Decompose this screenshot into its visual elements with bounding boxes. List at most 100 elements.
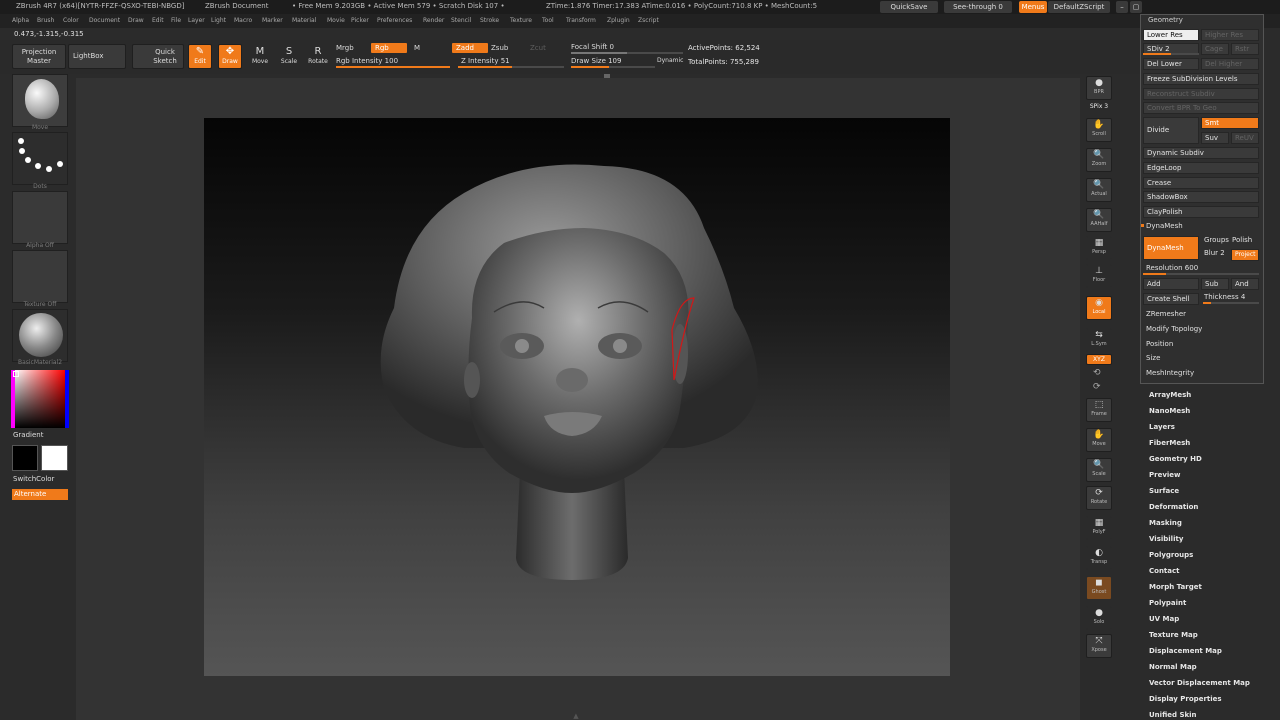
xyz-rotation-button[interactable]: XYZ	[1086, 354, 1112, 365]
menu-alpha[interactable]: Alpha	[12, 17, 29, 24]
alpha-thumbnail[interactable]	[12, 191, 68, 244]
thickness-slider[interactable]: Thickness 4	[1204, 293, 1245, 301]
subpalette-layers[interactable]: Layers	[1149, 423, 1175, 431]
projection-master-button[interactable]: Projection Master	[12, 44, 66, 69]
reuv-toggle[interactable]: ReUV	[1231, 132, 1259, 144]
menu-color[interactable]: Color	[63, 17, 79, 24]
menu-document[interactable]: Document	[89, 17, 120, 24]
menu-texture[interactable]: Texture	[510, 17, 532, 24]
switchcolor-button[interactable]: SwitchColor	[13, 475, 54, 483]
focal-shift-track[interactable]	[571, 52, 683, 54]
rgb-intensity-slider[interactable]: Rgb Intensity 100	[336, 57, 398, 65]
rgb-toggle[interactable]: Rgb	[371, 43, 407, 53]
cage-button[interactable]: Cage	[1201, 43, 1229, 55]
actual-button[interactable]: 🔍 Actual	[1086, 178, 1112, 202]
menu-render[interactable]: Render	[423, 17, 444, 24]
quick-sketch-button[interactable]: Quick Sketch	[132, 44, 184, 69]
sdiv-track[interactable]	[1143, 53, 1199, 55]
menu-stencil[interactable]: Stencil	[451, 17, 471, 24]
resolution-slider[interactable]: Resolution 600	[1146, 264, 1198, 272]
z-intensity-slider[interactable]: Z Intensity 51	[461, 57, 510, 65]
color-picker-cursor[interactable]	[13, 371, 19, 377]
subpalette-morph-target[interactable]: Morph Target	[1149, 583, 1202, 591]
reconstruct-subdiv-button[interactable]: Reconstruct Subdiv	[1143, 88, 1259, 100]
dynamesh-button[interactable]: DynaMesh	[1143, 236, 1199, 260]
alternate-button[interactable]: Alternate	[12, 489, 68, 500]
menu-tool[interactable]: Tool	[542, 17, 554, 24]
focal-shift-slider[interactable]: Focal Shift 0	[571, 43, 614, 51]
menu-macro[interactable]: Macro	[234, 17, 252, 24]
modify-topology-subpalette[interactable]: Modify Topology	[1146, 325, 1202, 333]
smt-toggle[interactable]: Smt	[1201, 117, 1259, 129]
local-button[interactable]: ◉ Local	[1086, 296, 1112, 320]
menu-light[interactable]: Light	[211, 17, 226, 24]
solo-button[interactable]: ● Solo	[1086, 606, 1112, 630]
subpalette-displacement-map[interactable]: Displacement Map	[1149, 647, 1222, 655]
groups-toggle[interactable]: Groups	[1204, 236, 1229, 244]
stroke-thumbnail[interactable]	[12, 132, 68, 185]
spix-slider[interactable]: SPix 3	[1086, 103, 1112, 110]
scale-button[interactable]: S Scale	[277, 44, 301, 69]
main-color-swatch[interactable]	[12, 445, 38, 471]
maximize-icon[interactable]: ▢	[1130, 1, 1142, 13]
bpr-button[interactable]: ● BPR	[1086, 76, 1112, 100]
menu-brush[interactable]: Brush	[37, 17, 54, 24]
quicksave-button[interactable]: QuickSave	[880, 1, 938, 13]
subpalette-masking[interactable]: Masking	[1149, 519, 1182, 527]
subpalette-arraymesh[interactable]: ArrayMesh	[1149, 391, 1191, 399]
move-view-button[interactable]: ✋ Move	[1086, 428, 1112, 452]
lower-res-button[interactable]: Lower Res	[1143, 29, 1199, 41]
frame-button[interactable]: ⬚ Frame	[1086, 398, 1112, 422]
aahalf-button[interactable]: 🔍 AAHalf	[1086, 208, 1112, 232]
texture-thumbnail[interactable]	[12, 250, 68, 303]
rgb-intensity-track[interactable]	[336, 66, 450, 68]
menu-draw[interactable]: Draw	[128, 17, 144, 24]
menu-preferences[interactable]: Preferences	[377, 17, 412, 24]
z-rotation-icon[interactable]: ⟳	[1093, 382, 1101, 392]
subpalette-polypaint[interactable]: Polypaint	[1149, 599, 1186, 607]
xpose-button[interactable]: ⤧ Xpose	[1086, 634, 1112, 658]
mesh-integrity-subpalette[interactable]: MeshIntegrity	[1146, 369, 1194, 377]
secondary-color-swatch[interactable]	[41, 445, 68, 471]
menu-zplugin[interactable]: Zplugin	[607, 17, 630, 24]
zremesher-subpalette[interactable]: ZRemesher	[1146, 310, 1186, 318]
menu-edit[interactable]: Edit	[152, 17, 164, 24]
lightbox-button[interactable]: LightBox	[68, 44, 126, 69]
subpalette-fibermesh[interactable]: FiberMesh	[1149, 439, 1190, 447]
ghost-button[interactable]: ◼ Ghost	[1086, 576, 1112, 600]
create-shell-button[interactable]: Create Shell	[1143, 293, 1199, 305]
sub-toggle[interactable]: Sub	[1201, 278, 1229, 290]
menu-marker[interactable]: Marker	[262, 17, 283, 24]
and-toggle[interactable]: And	[1231, 278, 1259, 290]
subpalette-nanomesh[interactable]: NanoMesh	[1149, 407, 1190, 415]
freeze-subdivision-button[interactable]: Freeze SubDivision Levels	[1143, 73, 1259, 85]
scale-view-button[interactable]: 🔍 Scale	[1086, 458, 1112, 482]
draw-size-slider[interactable]: Draw Size 109	[571, 57, 621, 65]
floor-button[interactable]: ⊥ Floor	[1086, 264, 1112, 288]
higher-res-button[interactable]: Higher Res	[1201, 29, 1259, 41]
menu-material[interactable]: Material	[292, 17, 316, 24]
canvas-bottom-handle[interactable]: ▲	[536, 712, 616, 720]
brush-thumbnail[interactable]	[12, 74, 68, 127]
menu-transform[interactable]: Transform	[566, 17, 596, 24]
del-lower-button[interactable]: Del Lower	[1143, 58, 1199, 70]
material-thumbnail[interactable]	[12, 309, 68, 362]
edit-button[interactable]: ✎ Edit	[188, 44, 212, 69]
subpalette-preview[interactable]: Preview	[1149, 471, 1181, 479]
subpalette-surface[interactable]: Surface	[1149, 487, 1179, 495]
canvas-top-handle[interactable]	[604, 74, 610, 78]
menu-file[interactable]: File	[171, 17, 181, 24]
convert-bpr-button[interactable]: Convert BPR To Geo	[1143, 102, 1259, 114]
document-viewport[interactable]	[204, 118, 950, 676]
mrgb-toggle[interactable]: Mrgb	[336, 44, 354, 52]
lsym-button[interactable]: ⇆ L.Sym	[1086, 328, 1112, 352]
crease-button[interactable]: Crease	[1143, 177, 1259, 189]
resolution-track[interactable]	[1143, 273, 1259, 275]
menu-stroke[interactable]: Stroke	[480, 17, 499, 24]
y-rotation-icon[interactable]: ⟲	[1093, 368, 1101, 378]
draw-button[interactable]: ✥ Draw	[218, 44, 242, 69]
zadd-toggle[interactable]: Zadd	[452, 43, 488, 53]
claypolish-button[interactable]: ClayPolish	[1143, 206, 1259, 218]
subpalette-display-properties[interactable]: Display Properties	[1149, 695, 1222, 703]
menu-movie[interactable]: Movie	[327, 17, 345, 24]
